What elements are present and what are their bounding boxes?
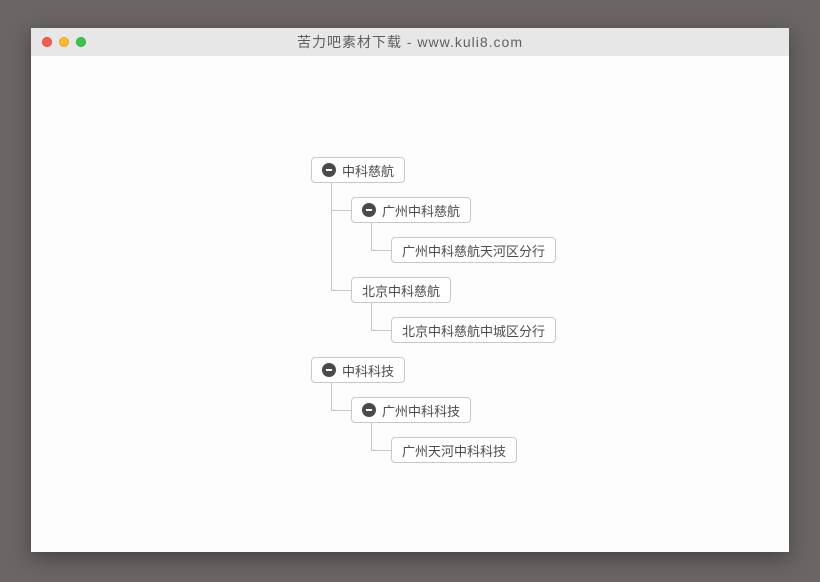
connector-line <box>331 210 351 211</box>
tree-node-label: 北京中科慈航中城区分行 <box>402 321 545 340</box>
window-title: 苦力吧素材下载 - www.kuli8.com <box>31 32 789 52</box>
connector-line <box>371 330 391 331</box>
tree-node-label: 中科科技 <box>342 361 394 380</box>
window-controls <box>31 37 86 47</box>
app-window: 苦力吧素材下载 - www.kuli8.com 中科慈航 广州中科慈航 <box>31 28 789 552</box>
tree-children: 广州天河中科科技 <box>371 423 556 463</box>
tree-node[interactable]: 广州中科慈航 <box>351 197 471 223</box>
close-icon[interactable] <box>42 37 52 47</box>
tree-node-row: 北京中科慈航中城区分行 <box>371 303 556 343</box>
content-area: 中科慈航 广州中科慈航 广州中科慈航天河区分行 <box>31 56 789 552</box>
tree-node-label: 广州中科慈航 <box>382 201 460 220</box>
connector-line <box>371 450 391 451</box>
tree-node-row: 广州中科慈航 广州中科慈航天河区分行 <box>331 183 556 263</box>
maximize-icon[interactable] <box>76 37 86 47</box>
tree-node-row: 广州天河中科科技 <box>371 423 556 463</box>
tree-node-label: 广州天河中科科技 <box>402 441 506 460</box>
tree-node-label: 中科慈航 <box>342 161 394 180</box>
tree-node[interactable]: 中科科技 <box>311 357 405 383</box>
tree-children: 广州中科科技 广州天河中科科技 <box>331 383 556 463</box>
connector-line <box>331 290 351 291</box>
tree-node-row: 广州中科科技 广州天河中科科技 <box>331 383 556 463</box>
tree-node-root: 中科慈航 广州中科慈航 广州中科慈航天河区分行 <box>311 157 556 343</box>
tree-children: 北京中科慈航中城区分行 <box>371 303 556 343</box>
minimize-icon[interactable] <box>59 37 69 47</box>
tree-children: 广州中科慈航 广州中科慈航天河区分行 <box>331 183 556 343</box>
tree-node-label: 广州中科科技 <box>382 401 460 420</box>
tree-node[interactable]: 广州天河中科科技 <box>391 437 517 463</box>
collapse-icon[interactable] <box>362 203 376 217</box>
tree-node[interactable]: 中科慈航 <box>311 157 405 183</box>
titlebar: 苦力吧素材下载 - www.kuli8.com <box>31 28 789 56</box>
tree-node-row: 北京中科慈航 北京中科慈航中城区分行 <box>331 263 556 343</box>
tree-node-row: 广州中科慈航天河区分行 <box>371 223 556 263</box>
tree-view: 中科慈航 广州中科慈航 广州中科慈航天河区分行 <box>311 157 556 463</box>
connector-line <box>371 250 391 251</box>
tree-node[interactable]: 广州中科慈航天河区分行 <box>391 237 556 263</box>
collapse-icon[interactable] <box>322 163 336 177</box>
tree-node[interactable]: 北京中科慈航 <box>351 277 451 303</box>
collapse-icon[interactable] <box>362 403 376 417</box>
tree-children: 广州中科慈航天河区分行 <box>371 223 556 263</box>
tree-node[interactable]: 北京中科慈航中城区分行 <box>391 317 556 343</box>
connector-line <box>331 410 351 411</box>
collapse-icon[interactable] <box>322 363 336 377</box>
tree-node-root: 中科科技 广州中科科技 广州天河中科科技 <box>311 357 556 463</box>
tree-node-label: 北京中科慈航 <box>362 281 440 300</box>
tree-node[interactable]: 广州中科科技 <box>351 397 471 423</box>
tree-node-label: 广州中科慈航天河区分行 <box>402 241 545 260</box>
